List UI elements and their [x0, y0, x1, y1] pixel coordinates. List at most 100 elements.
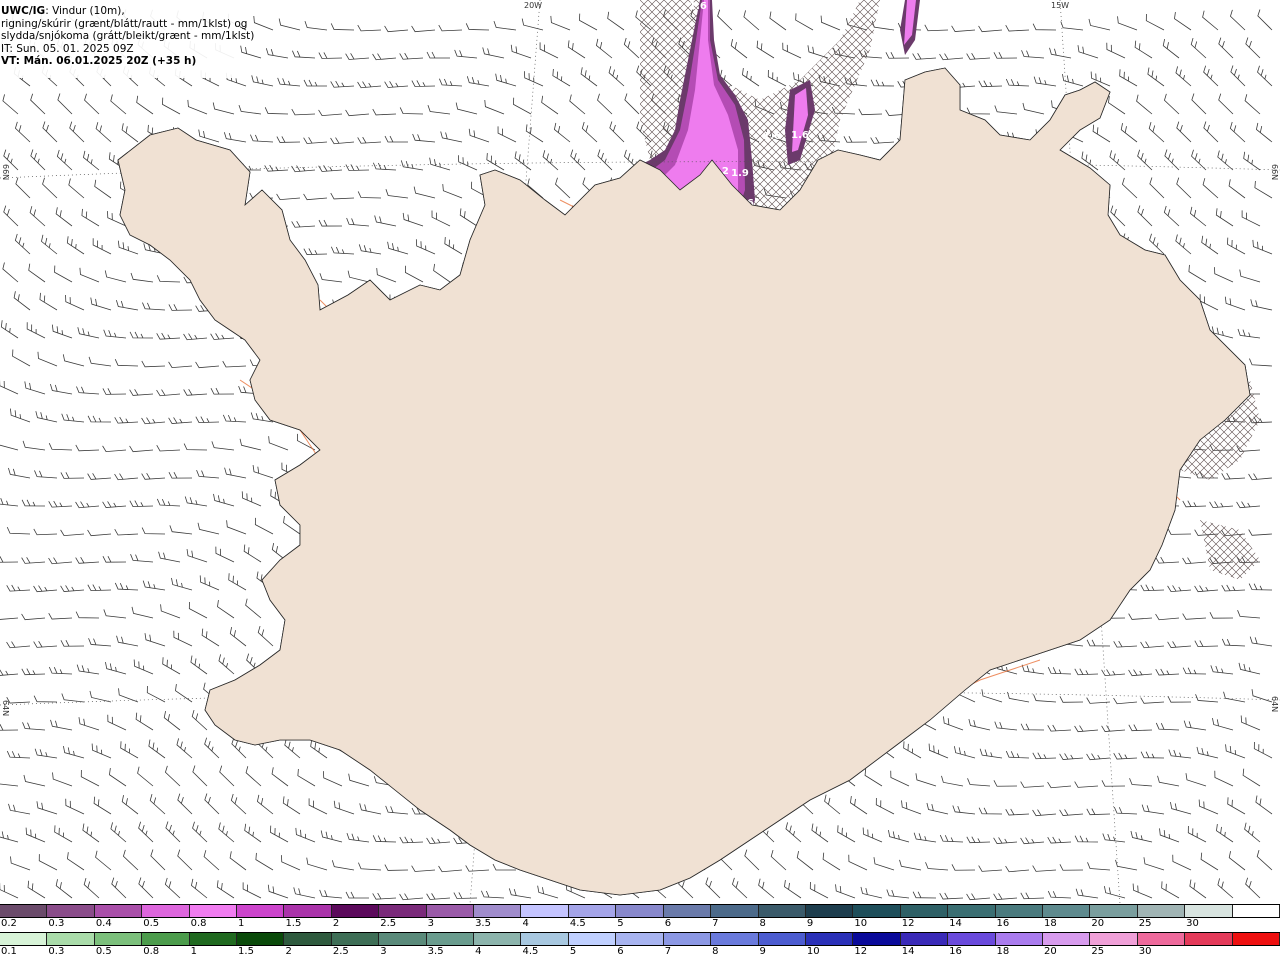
legend-swatch	[1042, 933, 1091, 945]
legend-swatch	[94, 905, 143, 917]
legend-swatch	[521, 933, 569, 945]
legend-swatch	[237, 933, 285, 945]
legend-tick-label: 18	[1043, 918, 1057, 929]
title-line-3: slydda/snjókoma (grátt/bleikt/grænt - mm…	[1, 30, 255, 42]
legend-tick-label: 1	[238, 918, 245, 929]
legend-swatch	[616, 905, 664, 917]
legend-tick-label: 0.8	[143, 946, 160, 957]
lon-label-20w: 20W	[524, 1, 543, 10]
legend-swatch	[1185, 905, 1233, 917]
legend-swatch	[1090, 933, 1138, 945]
legend-swatch	[711, 905, 759, 917]
lat-label-right-64n: 64N	[1270, 696, 1279, 713]
title-line-1: UWC/IG: Vindur (10m),	[1, 5, 240, 18]
legend-swatch	[711, 933, 759, 945]
legend-swatch	[1090, 905, 1138, 917]
legend-swatch	[1042, 905, 1091, 917]
legend-snow-labels: 0.2 0.3 0.4 0.5 0.8 1 1.5 2 2.5 3 3.5 4 4.5 5 6 7 8 9 10 12…	[0, 918, 1280, 930]
legend-tick-label: 2	[332, 918, 340, 929]
legend-rain-labels: 0.1 0.3 0.5 0.8 1 1.5 2 2.5 3 3.5 4 4.5 5 6 7 8 9 10 12 14 1…	[0, 946, 1280, 958]
legend-swatch	[663, 905, 712, 917]
legend-tick-label: 25	[1138, 918, 1152, 929]
legend-swatch	[142, 933, 190, 945]
legend-tick-label: 3	[427, 918, 435, 929]
legend-tick-label: 16	[949, 946, 962, 957]
legend-swatch	[853, 933, 901, 945]
legend-swatch	[568, 905, 617, 917]
legend-tick-label: 3.5	[427, 946, 444, 957]
legend-tick-label: 3.5	[475, 918, 491, 929]
legend-swatch	[663, 933, 712, 945]
legend-tick-label: 4.5	[569, 918, 586, 929]
legend-swatch	[1232, 933, 1280, 945]
legend-tick-label: 0.3	[48, 918, 65, 929]
legend-swatch	[521, 905, 569, 917]
init-time: IT: Sun. 05. 01. 2025 09Z	[1, 42, 134, 55]
legend-tick-label: 2	[285, 946, 292, 957]
legend-tick-label: 1.5	[285, 918, 302, 929]
map-title-box: UWC/IG: Vindur (10m), rigning/skúrir (gr…	[0, 0, 255, 78]
legend-tick-label: 6	[664, 918, 672, 929]
legend-tick-label: 0.4	[95, 918, 112, 929]
legend-swatch	[1137, 933, 1186, 945]
legend-tick-label: 10	[854, 918, 868, 929]
legend-swatch	[0, 905, 48, 917]
precip-value-label: 1.6	[689, 1, 707, 12]
legend-swatch	[995, 933, 1043, 945]
legend-tick-label: 10	[806, 946, 820, 957]
legend-swatch	[900, 905, 949, 917]
legend-tick-label: 0.2	[1, 918, 17, 929]
legend-swatch	[0, 933, 48, 945]
legend-swatch	[1185, 933, 1233, 945]
legend-swatch	[805, 933, 854, 945]
legend-swatch	[948, 933, 996, 945]
precip-value-label: 1.6	[763, 131, 781, 142]
legend-tick-label: 4	[475, 946, 482, 957]
legend-tick-label: 7	[712, 918, 719, 929]
weather-map: 3.2 1.91.61.41.71.00.82.40.30.51.61.20.40…	[0, 0, 1280, 904]
legend-rain-colorbar	[0, 932, 1280, 946]
legend-tick-label: 12	[854, 946, 868, 957]
legend-tick-label: 12	[901, 918, 915, 929]
legend-swatch	[568, 933, 617, 945]
legend-tick-label: 0.1	[1, 946, 17, 957]
legend-swatch	[189, 933, 238, 945]
legend-swatch	[331, 905, 380, 917]
legend-tick-label: 2.5	[380, 918, 397, 929]
legend-swatch	[758, 933, 806, 945]
legend-tick-label: 14	[901, 946, 915, 957]
legend-swatch	[426, 905, 475, 917]
lon-label-15w: 15W	[1051, 1, 1070, 10]
legend-tick-label: 30	[1138, 946, 1152, 957]
valid-time: VT: Mán. 06.01.2025 20Z (+35 h)	[1, 55, 197, 67]
legend-tick-label: 0.5	[95, 946, 112, 957]
precip-value-label: 1.6	[791, 130, 809, 141]
legend-swatch	[331, 933, 380, 945]
legend-swatch	[805, 905, 854, 917]
legend-swatch	[426, 933, 475, 945]
legend-tick-label: 1.5	[238, 946, 254, 957]
legend-tick-label: 20	[1091, 918, 1105, 929]
legend-tick-label: 7	[664, 946, 672, 957]
legend-tick-label: 2.5	[332, 946, 349, 957]
legend-tick-label: 25	[1091, 946, 1105, 957]
lat-label-left-66n: 66N	[1, 164, 10, 181]
legend-swatch	[47, 905, 95, 917]
legend-swatch	[142, 905, 190, 917]
legend-tick-label: 16	[996, 918, 1010, 929]
legend-tick-label: 9	[759, 946, 766, 957]
legend-swatch	[758, 905, 806, 917]
legend-swatch	[948, 905, 996, 917]
legend-tick-label: 0.5	[143, 918, 160, 929]
legend-tick-label: 8	[712, 946, 719, 957]
title-line-2: rigning/skúrir (grænt/blátt/rautt - mm/1…	[1, 17, 248, 30]
legend-tick-label: 18	[996, 946, 1010, 957]
legend-tick-label: 9	[806, 918, 814, 929]
model-name: UWC/IG	[1, 5, 46, 17]
legend-snow-colorbar	[0, 904, 1280, 918]
legend-tick-label: 6	[617, 946, 624, 957]
legend-swatch	[1137, 905, 1186, 917]
legend-swatch	[237, 905, 285, 917]
legend-swatch	[853, 905, 901, 917]
legend-swatch	[995, 905, 1043, 917]
